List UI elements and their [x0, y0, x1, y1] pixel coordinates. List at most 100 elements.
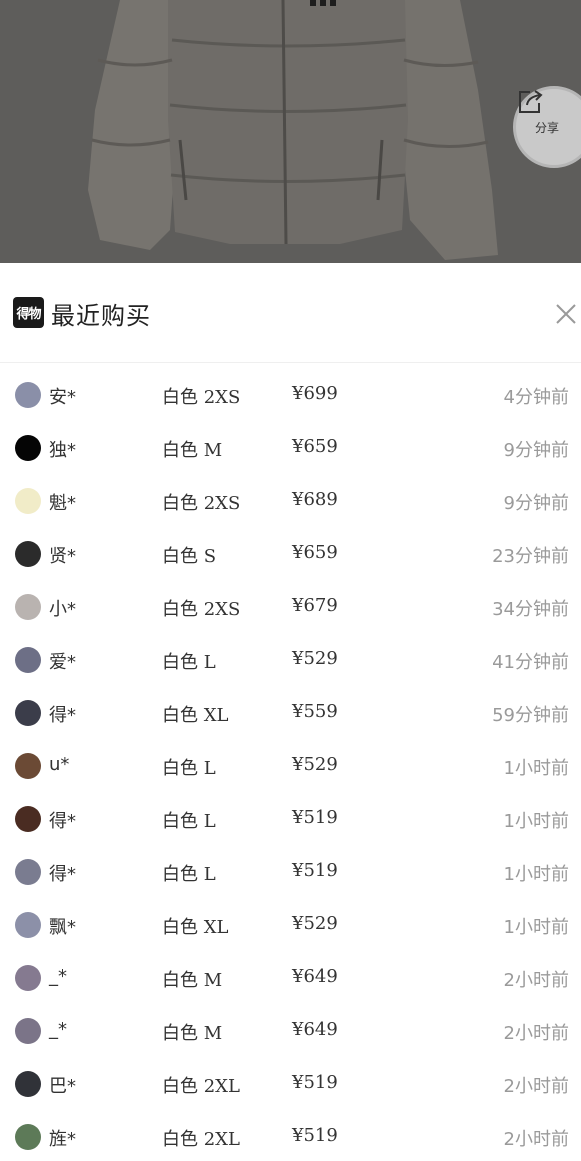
- purchase-price: ¥649: [292, 1019, 338, 1040]
- purchase-row: 得* 白色 L ¥519 1小时前: [0, 792, 581, 845]
- avatar: [15, 700, 41, 726]
- purchase-price: ¥529: [292, 648, 338, 669]
- buyer-name: 安*: [49, 387, 76, 408]
- buyer-name: 飘*: [49, 917, 76, 938]
- buyer-name: 魁*: [49, 493, 76, 514]
- avatar: [15, 1018, 41, 1044]
- purchase-price: ¥699: [292, 383, 338, 404]
- purchase-row: _* 白色 M ¥649 2小时前: [0, 951, 581, 1004]
- purchase-row: 旌* 白色 2XL ¥519 2小时前: [0, 1110, 581, 1161]
- buyer-name: 得*: [49, 705, 76, 726]
- purchase-spec: 白色 M: [162, 1023, 223, 1044]
- avatar: [15, 806, 41, 832]
- purchase-spec: 白色 S: [162, 546, 217, 567]
- purchase-row: 独* 白色 M ¥659 9分钟前: [0, 421, 581, 474]
- purchase-spec: 白色 L: [162, 758, 216, 779]
- share-icon: [519, 90, 543, 113]
- purchase-time: 9分钟前: [503, 493, 569, 514]
- purchase-spec: 白色 L: [162, 864, 216, 885]
- purchase-row: _* 白色 M ¥649 2小时前: [0, 1004, 581, 1057]
- recent-purchases-screen: 分享 得物 最近购买 安* 白色 2XS ¥699 4分钟前独* 白色 M ¥659 9分钟…: [0, 0, 581, 1161]
- buyer-name: 小*: [49, 599, 76, 620]
- buyer-name: _*: [49, 1019, 67, 1040]
- jacket-image: [0, 0, 581, 263]
- purchase-row: 贤* 白色 S ¥659 23分钟前: [0, 527, 581, 580]
- purchase-price: ¥529: [292, 913, 338, 934]
- close-icon[interactable]: [555, 303, 577, 325]
- buyer-name: 得*: [49, 864, 76, 885]
- purchase-spec: 白色 M: [162, 440, 223, 461]
- purchase-spec: 白色 2XS: [162, 493, 241, 514]
- purchase-row: 飘* 白色 XL ¥529 1小时前: [0, 898, 581, 951]
- avatar: [15, 541, 41, 567]
- avatar: [15, 435, 41, 461]
- purchase-time: 2小时前: [503, 970, 569, 991]
- product-photo: 分享: [0, 0, 581, 263]
- purchase-spec: 白色 2XS: [162, 387, 241, 408]
- purchase-price: ¥519: [292, 807, 338, 828]
- buyer-name: 巴*: [49, 1076, 76, 1097]
- purchase-price: ¥529: [292, 754, 338, 775]
- purchase-spec: 白色 L: [162, 652, 216, 673]
- purchase-price: ¥519: [292, 1125, 338, 1146]
- buyer-name: 爱*: [49, 652, 76, 673]
- dewu-logo: 得物: [13, 297, 44, 328]
- purchase-price: ¥679: [292, 595, 338, 616]
- purchase-spec: 白色 XL: [162, 917, 229, 938]
- recent-purchases-sheet: 得物 最近购买 安* 白色 2XS ¥699 4分钟前 独* 白色 M ¥659 9分钟前 魁*…: [0, 263, 581, 1161]
- avatar: [15, 1071, 41, 1097]
- avatar: [15, 965, 41, 991]
- purchase-time: 41分钟前: [492, 652, 569, 673]
- purchase-row: 小* 白色 2XS ¥679 34分钟前: [0, 580, 581, 633]
- sheet-header: 得物 最近购买: [0, 263, 581, 363]
- avatar: [15, 912, 41, 938]
- purchase-time: 1小时前: [503, 864, 569, 885]
- avatar: [15, 382, 41, 408]
- buyer-name: 得*: [49, 811, 76, 832]
- purchase-list[interactable]: 安* 白色 2XS ¥699 4分钟前 独* 白色 M ¥659 9分钟前 魁* 白色 2XS ¥6…: [0, 368, 581, 1161]
- buyer-name: 独*: [49, 440, 76, 461]
- purchase-spec: 白色 2XL: [162, 1076, 240, 1097]
- purchase-price: ¥559: [292, 701, 338, 722]
- purchase-spec: 白色 2XS: [162, 599, 241, 620]
- purchase-row: 巴* 白色 2XL ¥519 2小时前: [0, 1057, 581, 1110]
- purchase-row: 得* 白色 XL ¥559 59分钟前: [0, 686, 581, 739]
- purchase-price: ¥689: [292, 489, 338, 510]
- avatar: [15, 1124, 41, 1150]
- avatar: [15, 859, 41, 885]
- purchase-spec: 白色 2XL: [162, 1129, 240, 1150]
- purchase-row: 安* 白色 2XS ¥699 4分钟前: [0, 368, 581, 421]
- purchase-time: 34分钟前: [492, 599, 569, 620]
- avatar: [15, 647, 41, 673]
- purchase-price: ¥519: [292, 1072, 338, 1093]
- purchase-time: 2小时前: [503, 1076, 569, 1097]
- purchase-time: 4分钟前: [503, 387, 569, 408]
- purchase-row: 魁* 白色 2XS ¥689 9分钟前: [0, 474, 581, 527]
- share-label: 分享: [534, 121, 559, 135]
- buyer-name: 旌*: [49, 1129, 76, 1150]
- purchase-price: ¥659: [292, 436, 338, 457]
- purchase-spec: 白色 XL: [162, 705, 229, 726]
- purchase-row: 得* 白色 L ¥519 1小时前: [0, 845, 581, 898]
- purchase-row: u* 白色 L ¥529 1小时前: [0, 739, 581, 792]
- avatar: [15, 753, 41, 779]
- purchase-time: 1小时前: [503, 758, 569, 779]
- purchase-time: 2小时前: [503, 1023, 569, 1044]
- buyer-name: _*: [49, 966, 67, 987]
- avatar: [15, 488, 41, 514]
- buyer-name: u*: [49, 754, 70, 775]
- purchase-time: 2小时前: [503, 1129, 569, 1150]
- purchase-spec: 白色 M: [162, 970, 223, 991]
- purchase-price: ¥649: [292, 966, 338, 987]
- sheet-title: 最近购买: [51, 302, 151, 330]
- purchase-time: 59分钟前: [492, 705, 569, 726]
- buyer-name: 贤*: [49, 546, 76, 567]
- purchase-time: 1小时前: [503, 811, 569, 832]
- purchase-time: 23分钟前: [492, 546, 569, 567]
- purchase-time: 9分钟前: [503, 440, 569, 461]
- purchase-row: 爱* 白色 L ¥529 41分钟前: [0, 633, 581, 686]
- purchase-price: ¥519: [292, 860, 338, 881]
- purchase-price: ¥659: [292, 542, 338, 563]
- purchase-time: 1小时前: [503, 917, 569, 938]
- purchase-spec: 白色 L: [162, 811, 216, 832]
